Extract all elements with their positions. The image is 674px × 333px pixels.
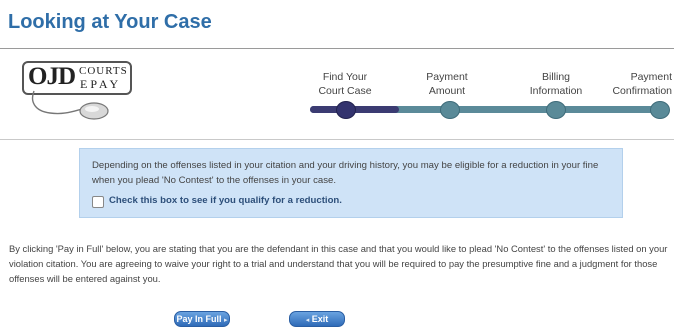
page-title: Looking at Your Case: [8, 11, 212, 33]
reduction-checkbox[interactable]: [92, 196, 104, 208]
reduction-notice: Depending on the offenses listed in your…: [79, 148, 623, 218]
chevron-right-icon: ▸: [224, 317, 228, 324]
logo-main-text: OJD: [28, 63, 76, 90]
exit-label: Exit: [311, 314, 329, 324]
exit-button[interactable]: ◂ Exit: [289, 311, 345, 327]
section-divider: [0, 139, 674, 140]
progress-step-1-dot: [336, 101, 356, 119]
progress-step-3-dot: [546, 101, 566, 119]
progress-step-4-dot: [650, 101, 670, 119]
mouse-icon: [31, 90, 109, 120]
ojd-courts-epay-logo: OJD COURTS EPAY: [22, 61, 132, 129]
pay-in-full-label: Pay In Full: [176, 314, 222, 324]
reduction-notice-text: Depending on the offenses listed in your…: [92, 160, 599, 186]
pay-in-full-button[interactable]: Pay In Full ▸: [174, 311, 230, 327]
step-payment-amount: Payment Amount: [426, 71, 468, 97]
step-billing-information: Billing Information: [529, 71, 583, 97]
plea-disclaimer-text: By clicking 'Pay in Full' below, you are…: [9, 243, 668, 284]
reduction-checkbox-label[interactable]: Check this box to see if you qualify for…: [109, 195, 342, 206]
chevron-left-icon: ◂: [305, 317, 310, 324]
progress-step-2-dot: [440, 101, 460, 119]
step-find-court-case: Find Your Court Case: [318, 71, 372, 97]
step-payment-confirmation: Payment Confirmation: [612, 71, 672, 97]
logo-top-text: COURTS: [79, 65, 128, 77]
